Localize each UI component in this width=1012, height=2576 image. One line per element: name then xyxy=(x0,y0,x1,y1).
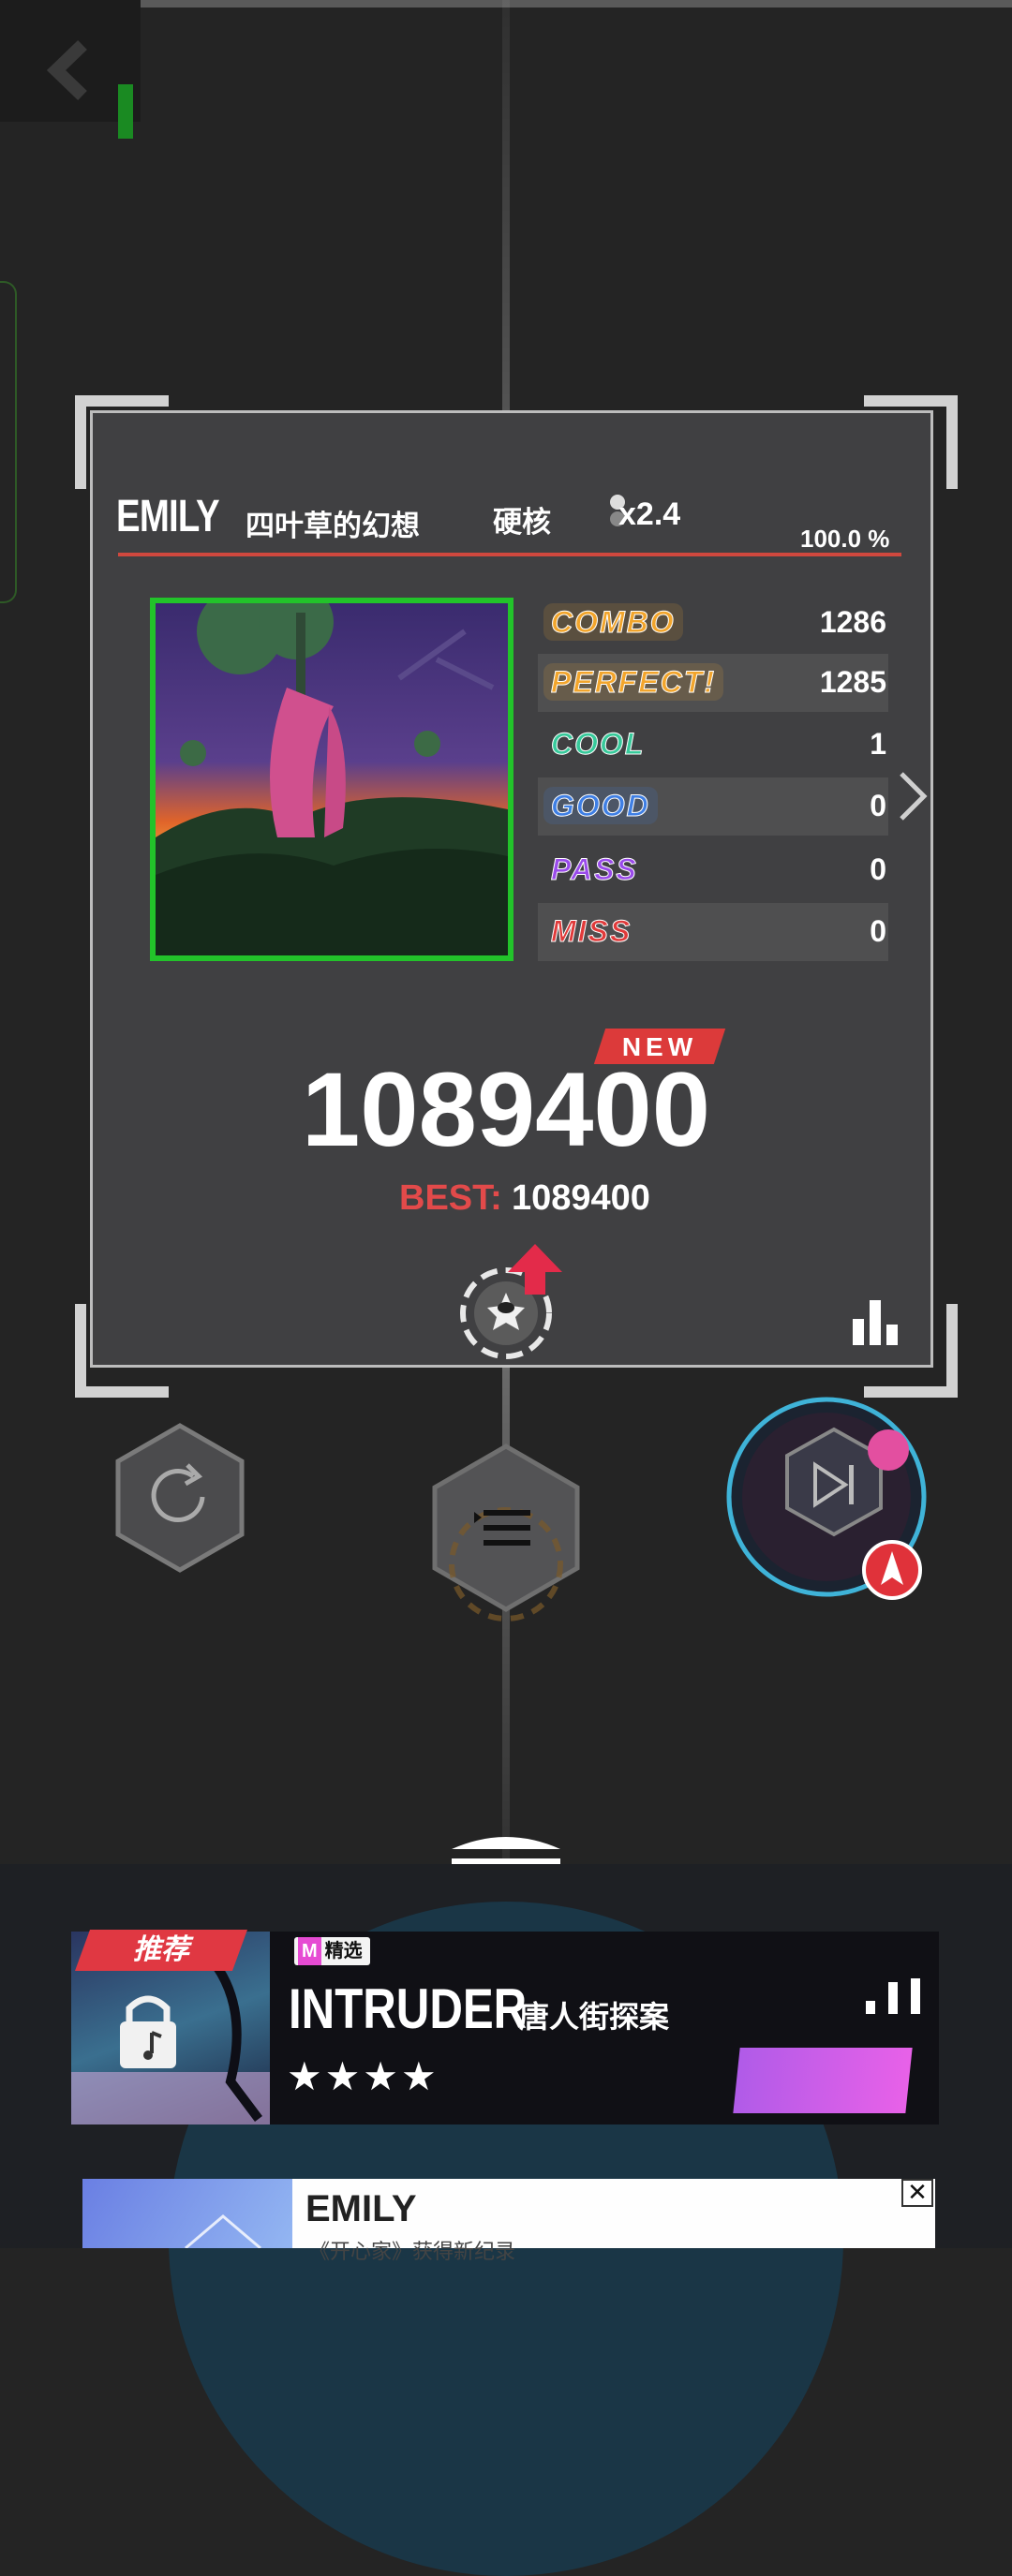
back-arrow-icon xyxy=(46,39,87,101)
preview-bars-icon[interactable] xyxy=(864,1973,926,2014)
stat-value: 0 xyxy=(870,852,886,886)
difficulty-stars: ★★★★ xyxy=(287,2054,439,2098)
side-drawer-edge[interactable] xyxy=(0,281,17,603)
next-song-button[interactable] xyxy=(722,1392,933,1607)
stat-value: 1286 xyxy=(819,605,886,639)
ad-banner-art xyxy=(82,2179,292,2250)
stat-row-combo: COMBO 1286 xyxy=(538,594,888,652)
recommended-song-title: INTRUDER xyxy=(289,1977,528,2040)
stat-label: COOL xyxy=(550,727,646,762)
stat-row-perfect: PERFECT! 1285 xyxy=(538,654,888,712)
stat-row-miss: MISS 0 xyxy=(538,903,888,961)
recommended-song-subtitle: 唐人街探案 xyxy=(519,2000,670,2034)
panel-corner xyxy=(75,1304,169,1398)
panel-corner xyxy=(75,395,169,489)
stat-value: 0 xyxy=(870,789,886,822)
panel-corner xyxy=(864,395,958,489)
stat-label: PASS xyxy=(551,852,638,887)
stat-label: PERFECT! xyxy=(543,663,723,701)
best-label: BEST: xyxy=(399,1178,502,1218)
stat-value: 1 xyxy=(870,727,886,761)
stat-row-pass: PASS 0 xyxy=(538,841,888,899)
stat-label: GOOD xyxy=(543,787,658,824)
ad-title: EMILY xyxy=(305,2188,417,2229)
lock-icon xyxy=(120,1995,176,2068)
ad-subtitle: 《开心家》获得新纪录 xyxy=(309,2240,516,2263)
recommend-tag: 推荐 xyxy=(133,1934,189,1965)
drawer-handle-icon[interactable] xyxy=(448,1827,564,1868)
progress-marker xyxy=(118,84,133,139)
stat-label: MISS xyxy=(550,914,632,949)
stat-row-cool: COOL 1 xyxy=(538,716,888,774)
song-title: EMILY xyxy=(116,492,220,541)
stats-bars-icon[interactable] xyxy=(851,1296,903,1345)
close-icon[interactable]: ✕ xyxy=(901,2179,933,2207)
title-divider xyxy=(118,553,901,556)
accuracy-percent: 100.0 % xyxy=(800,525,890,553)
best-score-value: 1089400 xyxy=(512,1178,650,1218)
rank-up-arrow-icon xyxy=(508,1244,562,1295)
speed-multiplier: x2.4 xyxy=(618,496,681,532)
recommended-thumbnail xyxy=(733,2048,913,2113)
difficulty-label: 硬核 xyxy=(493,506,551,539)
song-subtitle: 四叶草的幻想 xyxy=(246,510,420,542)
chevron-right-icon[interactable] xyxy=(896,768,930,824)
featured-m: M xyxy=(298,1937,321,1965)
featured-label: 精选 xyxy=(324,1941,363,1962)
featured-badge: M 精选 xyxy=(294,1937,370,1965)
stat-value: 0 xyxy=(870,914,886,948)
song-cover-art xyxy=(150,598,513,961)
stat-label: COMBO xyxy=(543,603,683,641)
retry-button[interactable] xyxy=(112,1422,247,1574)
score-value: 1089400 xyxy=(301,1051,711,1168)
stat-row-good: GOOD 0 xyxy=(538,777,888,836)
stat-value: 1285 xyxy=(819,665,886,699)
song-list-button[interactable] xyxy=(429,1443,583,1630)
